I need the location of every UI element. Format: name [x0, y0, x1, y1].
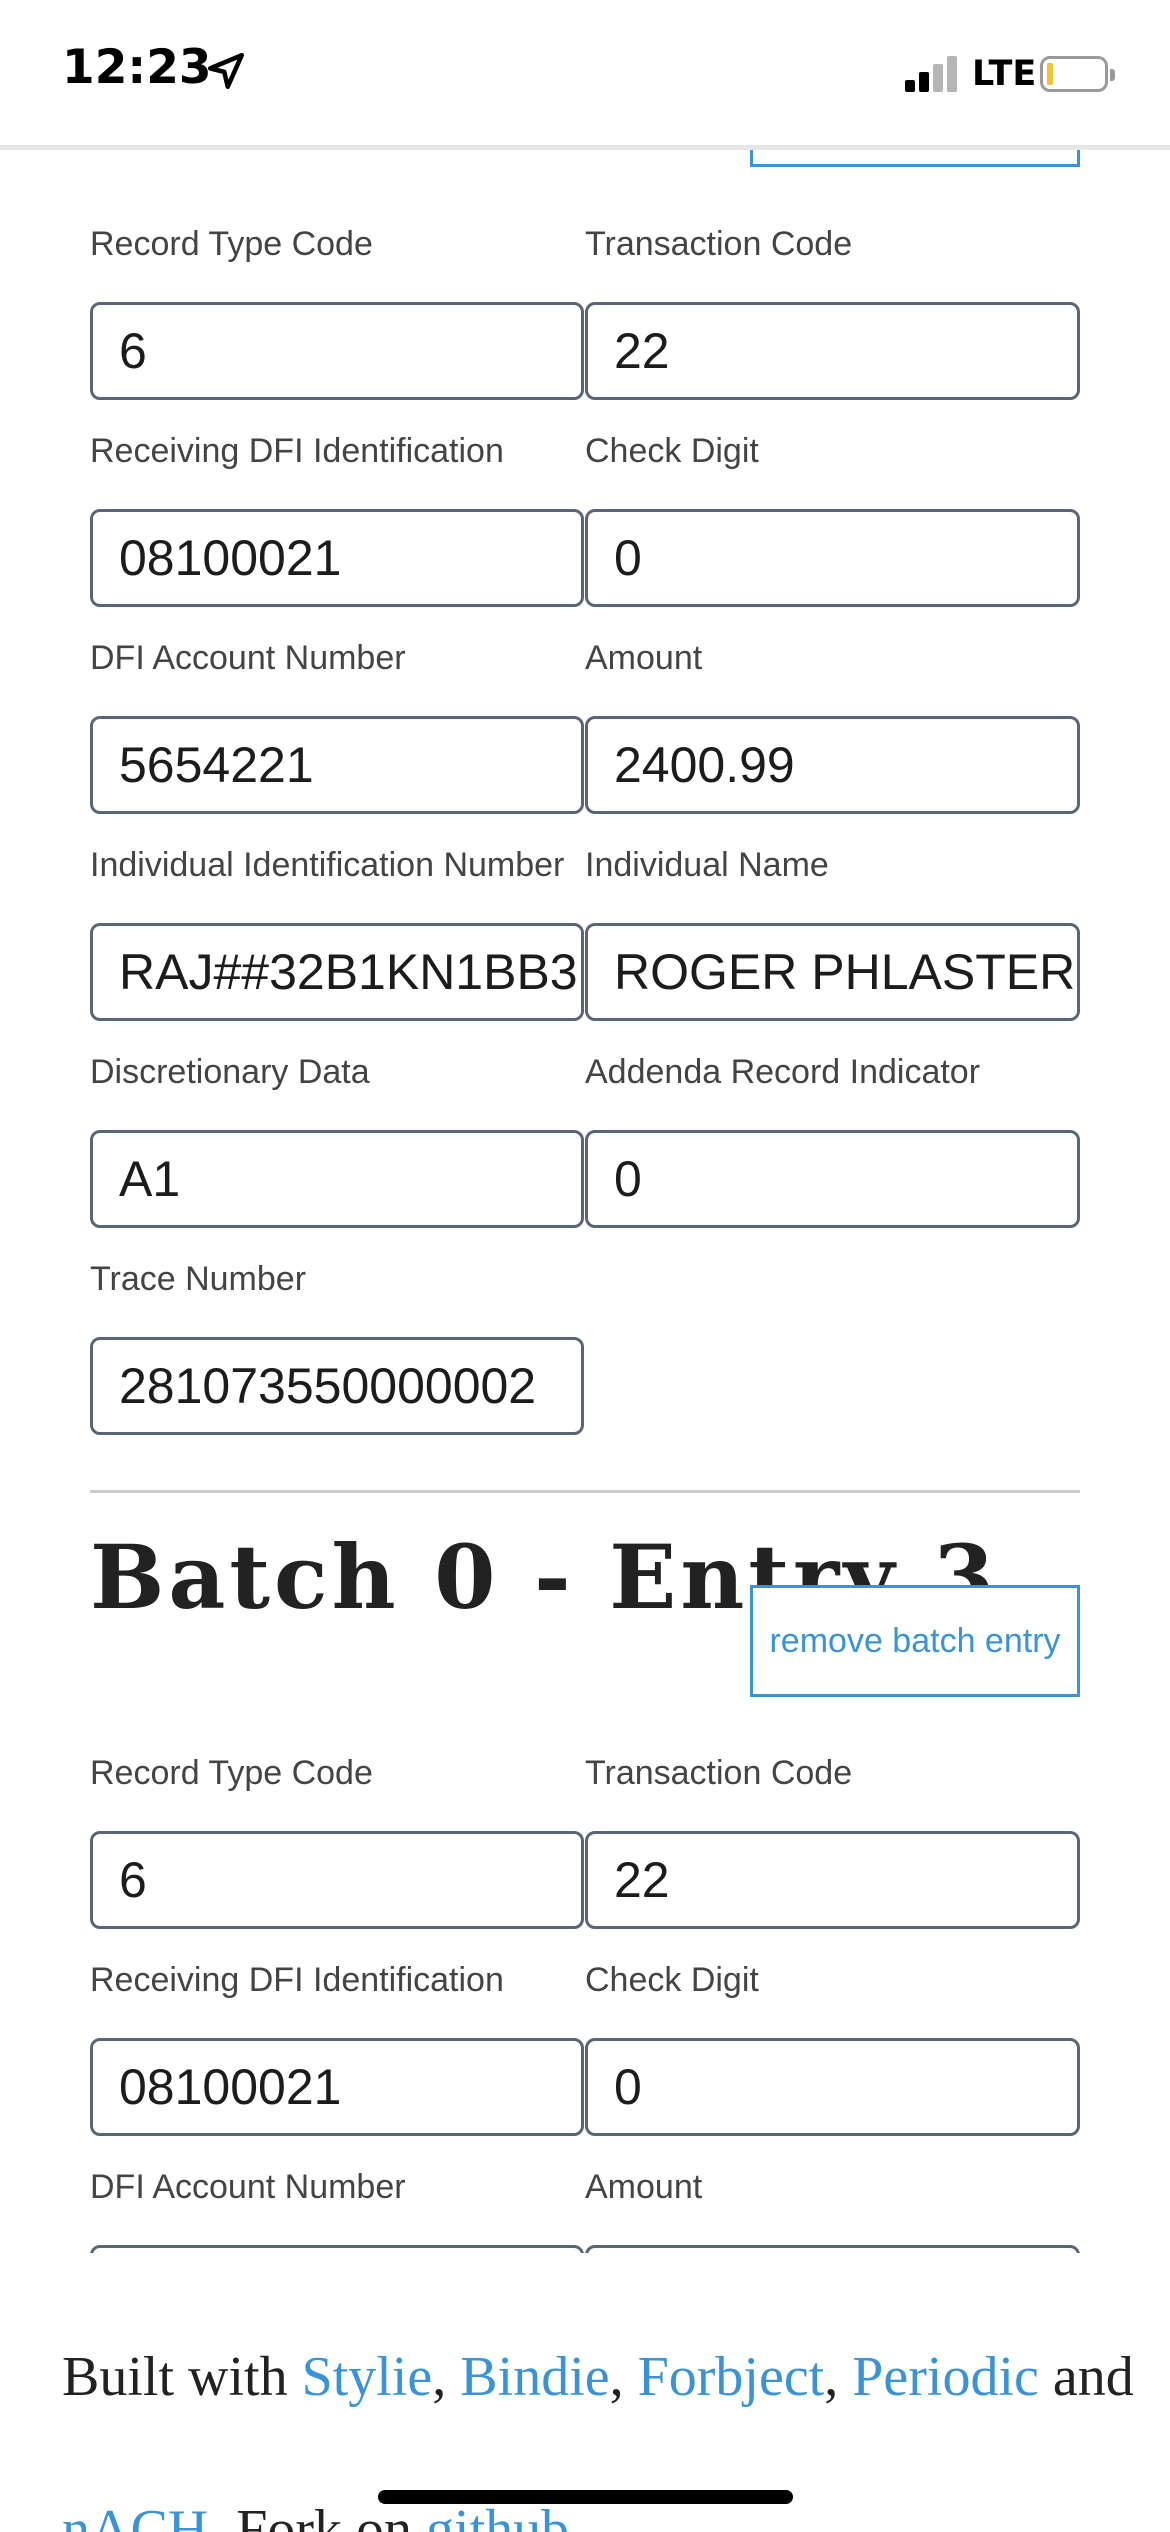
location-arrow-icon — [207, 52, 245, 90]
check-digit-label: Check Digit — [585, 432, 759, 470]
receiving-dfi-input[interactable]: 08100021 — [90, 509, 584, 607]
discretionary-data-label: Discretionary Data — [90, 1053, 370, 1091]
transaction-code-label: Transaction Code — [585, 1754, 853, 1792]
status-time: 12:23 — [62, 40, 212, 95]
link-stylie[interactable]: Stylie — [302, 2346, 433, 2408]
battery-icon — [1040, 56, 1115, 92]
dfi-account-input[interactable] — [90, 2245, 584, 2253]
dfi-account-input[interactable]: 5654221 — [90, 716, 584, 814]
check-digit-label: Check Digit — [585, 1961, 759, 1999]
footer-built-with: Built with — [62, 2346, 302, 2408]
individual-id-input[interactable]: RAJ##32B1KN1BB3 — [90, 923, 584, 1021]
record-type-code-label: Record Type Code — [90, 225, 373, 263]
remove-batch-entry-button[interactable]: remove batch entry — [750, 1585, 1080, 1697]
link-periodic[interactable]: Periodic — [852, 2346, 1039, 2408]
signal-icon — [905, 56, 959, 92]
individual-name-label: Individual Name — [585, 846, 829, 884]
page: 12:23 LTE Record Type Code Transaction C… — [0, 0, 1170, 2532]
trace-number-label: Trace Number — [90, 1260, 307, 1298]
footer-and: and — [1038, 2346, 1134, 2408]
transaction-code-label: Transaction Code — [585, 225, 853, 263]
record-type-code-input[interactable]: 6 — [90, 302, 584, 400]
footer-separator: , — [432, 2346, 461, 2408]
amount-input[interactable]: 2400.99 — [585, 716, 1080, 814]
link-nach[interactable]: nACH — [62, 2499, 208, 2532]
check-digit-input[interactable]: 0 — [585, 509, 1080, 607]
entry-divider — [90, 1490, 1080, 1493]
record-type-code-input[interactable]: 6 — [90, 1831, 584, 1929]
dfi-account-label: DFI Account Number — [90, 2168, 406, 2206]
amount-label: Amount — [585, 2168, 703, 2206]
addenda-indicator-input[interactable]: 0 — [585, 1130, 1080, 1228]
transaction-code-input[interactable]: 22 — [585, 1831, 1080, 1929]
form-viewport[interactable]: Record Type Code Transaction Code 6 22 R… — [0, 150, 1170, 2253]
network-label: LTE — [972, 54, 1037, 94]
individual-id-label: Individual Identification Number — [90, 846, 565, 884]
amount-label: Amount — [585, 639, 703, 677]
transaction-code-input[interactable]: 22 — [585, 302, 1080, 400]
home-indicator[interactable] — [378, 2490, 793, 2504]
link-bindie[interactable]: Bindie — [460, 2346, 609, 2408]
dfi-account-label: DFI Account Number — [90, 639, 406, 677]
record-type-code-label: Record Type Code — [90, 1754, 373, 1792]
status-bar: 12:23 LTE — [0, 0, 1170, 150]
check-digit-input[interactable]: 0 — [585, 2038, 1080, 2136]
footer-separator: , — [609, 2346, 638, 2408]
receiving-dfi-input[interactable]: 08100021 — [90, 2038, 584, 2136]
receiving-dfi-label: Receiving DFI Identification — [90, 1961, 504, 1999]
receiving-dfi-label: Receiving DFI Identification — [90, 432, 504, 470]
individual-name-input[interactable]: ROGER PHLASTER — [585, 923, 1080, 1021]
footer-separator: , — [824, 2346, 853, 2408]
link-forbject[interactable]: Forbject — [638, 2346, 825, 2408]
remove-batch-entry-button-previous[interactable] — [750, 150, 1080, 167]
addenda-indicator-label: Addenda Record Indicator — [585, 1053, 981, 1091]
trace-number-input[interactable]: 281073550000002 — [90, 1337, 584, 1435]
discretionary-data-input[interactable]: A1 — [90, 1130, 584, 1228]
amount-input[interactable] — [585, 2245, 1080, 2253]
